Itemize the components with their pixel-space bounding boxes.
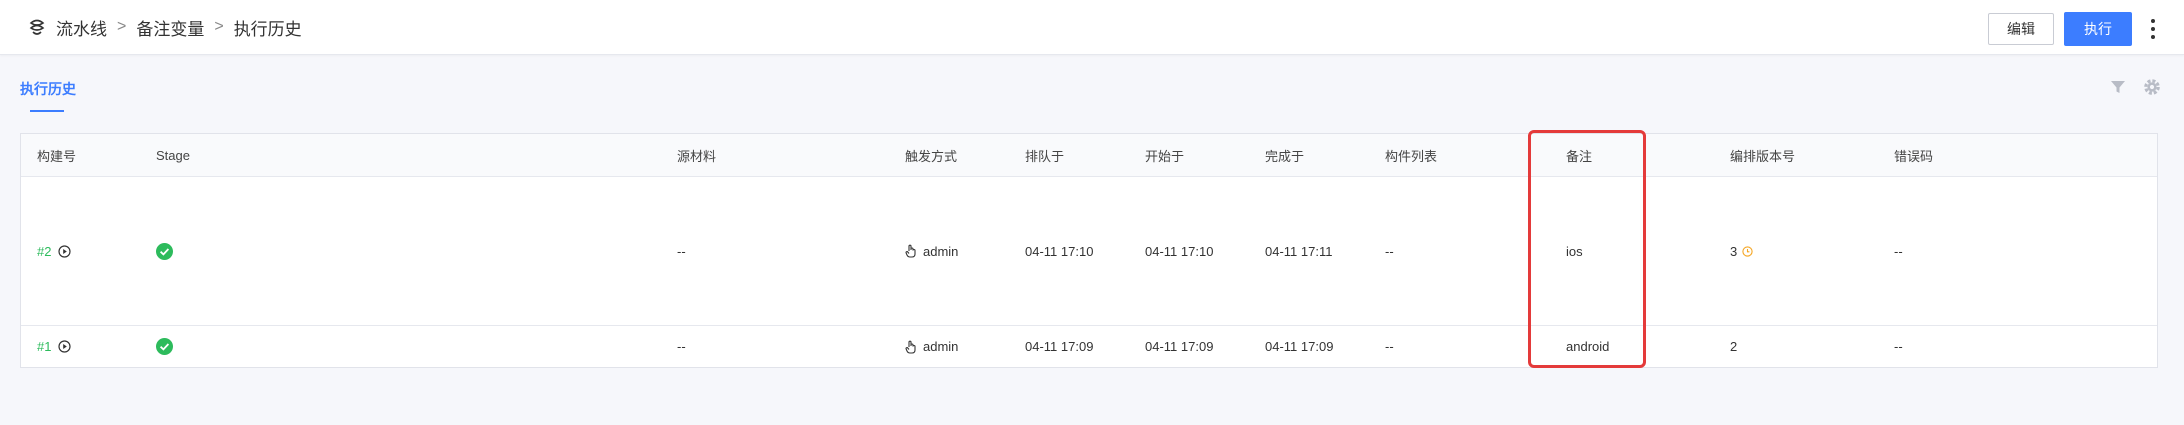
column-header-finished: 完成于 bbox=[1265, 148, 1305, 164]
error-code-cell: -- bbox=[1894, 243, 1903, 259]
version-cell: 2 bbox=[1730, 326, 1737, 367]
success-check-icon[interactable] bbox=[156, 242, 173, 260]
finished-cell: 04-11 17:11 bbox=[1265, 243, 1333, 259]
warning-clock-icon[interactable] bbox=[1742, 245, 1753, 257]
error-code-cell: -- bbox=[1894, 339, 1903, 354]
started-cell: 04-11 17:10 bbox=[1145, 243, 1214, 259]
top-header: 流水线 > 备注变量 > 执行历史 编辑 执行 bbox=[0, 0, 2184, 55]
trigger-user: admin bbox=[923, 339, 959, 354]
table-tools bbox=[2094, 77, 2162, 97]
column-header-stage: Stage bbox=[156, 147, 190, 163]
remark-column-highlight bbox=[1528, 130, 1646, 368]
breadcrumb-item-pipeline[interactable]: 流水线 bbox=[56, 15, 107, 40]
source-cell: -- bbox=[677, 339, 686, 354]
stage-cell bbox=[156, 326, 173, 367]
version-cell: 3 bbox=[1730, 177, 1753, 325]
breadcrumb-item-pipeline-name[interactable]: 备注变量 bbox=[136, 15, 204, 40]
version-number: 2 bbox=[1730, 339, 1738, 354]
stage-cell bbox=[156, 177, 173, 325]
artifacts-cell: -- bbox=[1385, 243, 1394, 259]
table-row[interactable]: #1 -- admin 04-11 17:09 04-11 17:09 04-1… bbox=[21, 326, 2157, 367]
more-menu-icon[interactable] bbox=[2146, 13, 2160, 45]
finished-cell: 04-11 17:09 bbox=[1265, 339, 1334, 354]
column-header-artifacts: 构件列表 bbox=[1385, 148, 1438, 164]
build-number-cell[interactable]: #2 bbox=[37, 177, 72, 325]
column-header-version: 编排版本号 bbox=[1730, 148, 1796, 164]
column-header-error-code: 错误码 bbox=[1894, 148, 1934, 164]
manual-trigger-icon bbox=[905, 340, 917, 354]
trigger-cell: admin bbox=[905, 326, 958, 367]
column-header-started: 开始于 bbox=[1145, 148, 1185, 164]
filter-icon[interactable] bbox=[2108, 77, 2128, 97]
build-number-cell[interactable]: #1 bbox=[37, 326, 72, 367]
breadcrumb: 流水线 > 备注变量 > 执行历史 bbox=[26, 0, 302, 54]
version-number: 3 bbox=[1730, 243, 1738, 259]
edit-button[interactable]: 编辑 bbox=[1988, 13, 2054, 45]
breadcrumb-separator-icon: > bbox=[117, 18, 127, 35]
run-button[interactable]: 执行 bbox=[2064, 12, 2132, 46]
execution-history-table: 构建号 Stage 源材料 触发方式 排队于 开始于 完成于 构件列表 备注 编… bbox=[20, 133, 2158, 368]
manual-trigger-icon bbox=[905, 244, 917, 258]
table-header: 构建号 Stage 源材料 触发方式 排队于 开始于 完成于 构件列表 备注 编… bbox=[21, 134, 2157, 177]
trigger-user: admin bbox=[923, 243, 959, 259]
breadcrumb-separator-icon: > bbox=[214, 18, 224, 35]
tab-execution-history[interactable]: 执行历史 bbox=[20, 79, 76, 99]
column-header-trigger: 触发方式 bbox=[905, 148, 958, 164]
queued-cell: 04-11 17:09 bbox=[1025, 339, 1094, 354]
table-row[interactable]: #2 -- admin 04-11 17:10 04-11 17:10 04-1… bbox=[21, 177, 2157, 326]
trigger-cell: admin bbox=[905, 177, 958, 325]
gear-icon[interactable] bbox=[2142, 77, 2162, 97]
started-cell: 04-11 17:09 bbox=[1145, 339, 1214, 354]
build-number-link[interactable]: #1 bbox=[37, 339, 51, 354]
active-tab-indicator bbox=[30, 110, 64, 112]
success-check-icon[interactable] bbox=[156, 338, 173, 355]
column-header-queued: 排队于 bbox=[1025, 148, 1065, 164]
queued-cell: 04-11 17:10 bbox=[1025, 243, 1094, 259]
column-header-source: 源材料 bbox=[677, 148, 717, 164]
breadcrumb-item-current: 执行历史 bbox=[233, 19, 302, 39]
build-number-link[interactable]: #2 bbox=[37, 244, 51, 259]
play-circle-icon[interactable] bbox=[58, 340, 72, 353]
artifacts-cell: -- bbox=[1385, 339, 1394, 354]
column-header-build: 构建号 bbox=[37, 148, 77, 164]
source-cell: -- bbox=[677, 243, 686, 259]
pipeline-logo-icon bbox=[26, 16, 48, 38]
header-actions: 编辑 执行 bbox=[1988, 12, 2160, 46]
play-circle-icon[interactable] bbox=[58, 244, 72, 258]
